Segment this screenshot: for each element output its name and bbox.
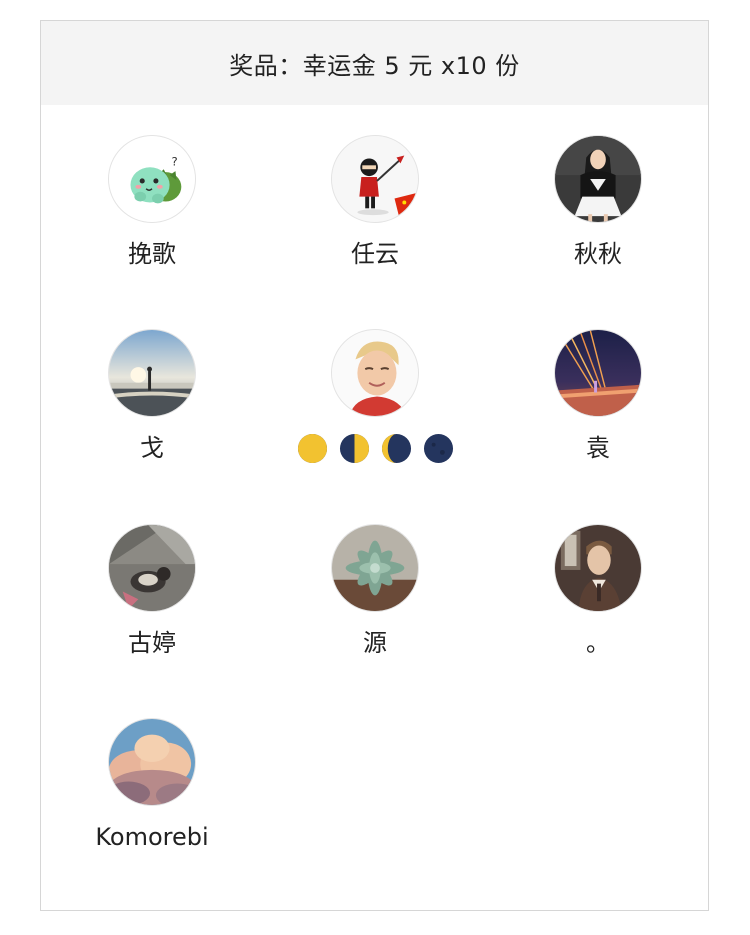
winner-item[interactable] xyxy=(270,329,480,463)
winner-item[interactable]: 袁 xyxy=(493,329,703,463)
cat-street-avatar[interactable] xyxy=(108,524,196,612)
ninja-flag-avatar[interactable] xyxy=(331,135,419,223)
cartoon-dinosaur-avatar[interactable]: ? xyxy=(108,135,196,223)
svg-text:?: ? xyxy=(172,154,178,168)
clouds-painting-avatar[interactable] xyxy=(108,718,196,806)
man-portrait-avatar[interactable] xyxy=(554,524,642,612)
winner-name: 挽歌 xyxy=(128,240,176,268)
bridge-night-avatar[interactable] xyxy=(554,329,642,417)
waning-crescent-moon-icon xyxy=(381,433,411,463)
woman-portrait-avatar[interactable] xyxy=(554,135,642,223)
winner-name: 任云 xyxy=(351,240,399,268)
prize-title: 奖品：幸运金 5 元 x10 份 xyxy=(229,51,520,80)
winner-item[interactable]: ? 挽歌 xyxy=(47,135,257,269)
waxing-gibbous-moon-icon xyxy=(297,433,327,463)
winner-item[interactable]: 任云 xyxy=(270,135,480,269)
winner-name: 源 xyxy=(363,629,387,657)
succulent-avatar[interactable] xyxy=(331,524,419,612)
winner-item[interactable]: 。 xyxy=(493,524,703,658)
prize-winners-card: 奖品：幸运金 5 元 x10 份 ? 挽歌 任云 秋秋 戈 袁 古婷 源 。 K… xyxy=(40,20,709,911)
winner-name: 古婷 xyxy=(128,629,176,657)
prize-header: 奖品：幸运金 5 元 x10 份 xyxy=(41,21,708,105)
new-moon-icon xyxy=(423,433,453,463)
beach-sunset-avatar[interactable] xyxy=(108,329,196,417)
winner-name-emoji-group xyxy=(297,433,454,463)
winner-name: Komorebi xyxy=(95,823,209,851)
child-portrait-avatar[interactable] xyxy=(331,329,419,417)
winner-name: 袁 xyxy=(586,434,610,462)
winner-name: 戈 xyxy=(140,434,164,462)
winner-item[interactable]: 秋秋 xyxy=(493,135,703,269)
winner-name: 。 xyxy=(586,629,610,657)
winner-item[interactable]: Komorebi xyxy=(47,718,257,852)
winner-item[interactable]: 古婷 xyxy=(47,524,257,658)
winner-item[interactable]: 戈 xyxy=(47,329,257,463)
first-quarter-moon-icon xyxy=(339,433,369,463)
winner-name: 秋秋 xyxy=(574,240,622,268)
winner-item[interactable]: 源 xyxy=(270,524,480,658)
